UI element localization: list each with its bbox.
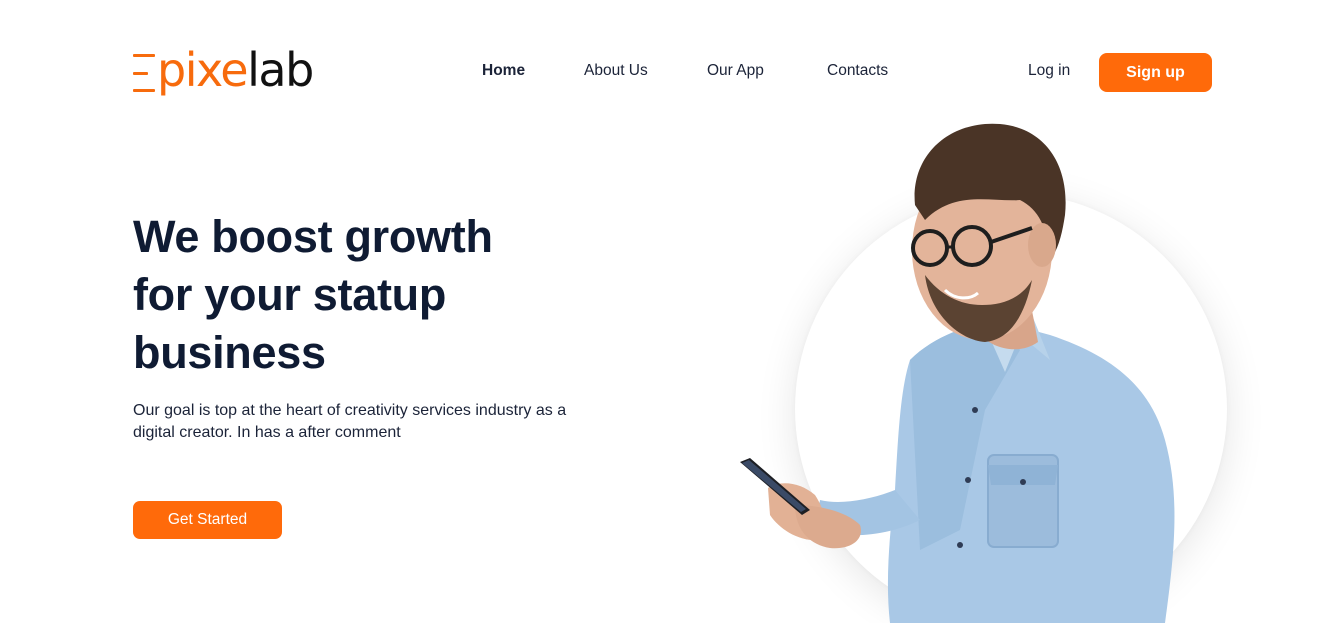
signup-button[interactable]: Sign up — [1099, 53, 1212, 92]
hero-title-line: for your statup — [133, 269, 447, 320]
login-link[interactable]: Log in — [1028, 60, 1070, 82]
logo-wordmark: pixelab — [157, 43, 314, 97]
hero-title-line: business — [133, 327, 326, 378]
hero-person-image — [740, 123, 1175, 623]
hero-title: We boost growth for your statup business — [133, 208, 613, 382]
nav-item-contacts[interactable]: Contacts — [827, 60, 888, 82]
get-started-button[interactable]: Get Started — [133, 501, 282, 539]
nav-item-our-app[interactable]: Our App — [707, 60, 764, 82]
hero-title-line: We boost growth — [133, 211, 493, 262]
nav-item-about-us[interactable]: About Us — [584, 60, 648, 82]
logo-mark-icon — [133, 54, 155, 92]
logo-text-dark: lab — [247, 43, 314, 97]
logo-text-accent: pixe — [157, 43, 249, 97]
hero-description: Our goal is top at the heart of creativi… — [133, 402, 567, 441]
nav-item-home[interactable]: Home — [482, 60, 525, 82]
logo[interactable]: pixelab — [133, 43, 314, 97]
